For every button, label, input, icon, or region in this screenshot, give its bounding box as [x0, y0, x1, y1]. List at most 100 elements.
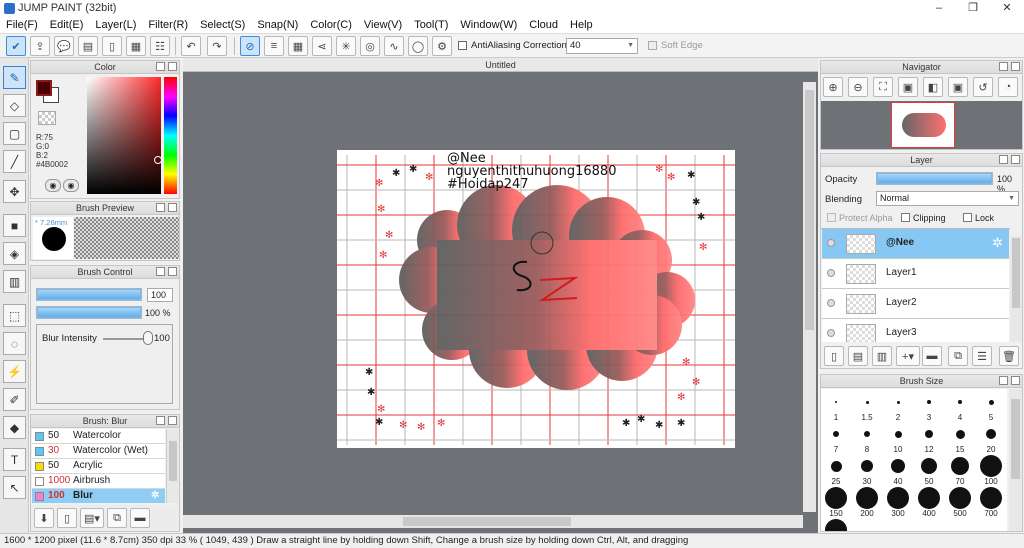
circle-icon[interactable]: ◯: [408, 36, 428, 56]
protect-alpha-toggle[interactable]: Protect Alpha: [827, 213, 893, 223]
vanishing-point-icon[interactable]: ⋖: [312, 36, 332, 56]
visibility-icon[interactable]: [827, 299, 835, 307]
panel-detach-icon[interactable]: [999, 376, 1008, 385]
brush-item-blur[interactable]: 100 Blur ✲: [32, 489, 165, 503]
menu-window[interactable]: Window(W): [454, 17, 523, 34]
gear-icon[interactable]: ✲: [151, 489, 159, 503]
operation-tool-icon[interactable]: ↖: [3, 476, 26, 499]
brush-size-option[interactable]: 150: [821, 487, 851, 519]
select-eraser-tool-icon[interactable]: ◆: [3, 416, 26, 439]
concentric-icon[interactable]: ◎: [360, 36, 380, 56]
brush-item-airbrush[interactable]: 1000 Airbrush: [32, 474, 165, 489]
new-halftone-layer-icon[interactable]: ▥: [872, 346, 892, 366]
lock-toggle[interactable]: Lock: [963, 213, 994, 223]
rect-select-tool-icon[interactable]: ⬚: [3, 304, 26, 327]
panel-close-icon[interactable]: [1011, 62, 1020, 71]
correction-select[interactable]: 40 ▼: [566, 38, 638, 54]
saturation-value-picker[interactable]: [87, 77, 161, 194]
brush-size-option[interactable]: 20: [976, 423, 1006, 455]
gear-icon[interactable]: ✲: [992, 235, 1003, 251]
layer-item-layer2[interactable]: Layer2: [822, 289, 1009, 319]
menu-help[interactable]: Help: [564, 17, 599, 34]
rotate-left-icon[interactable]: ↺: [973, 77, 993, 97]
actual-size-icon[interactable]: ▣: [898, 77, 918, 97]
undo-icon[interactable]: ↶: [181, 36, 201, 56]
document-icon[interactable]: ▦: [126, 36, 146, 56]
brush-size-option[interactable]: 50: [914, 455, 944, 487]
blending-select[interactable]: Normal ▼: [876, 191, 1019, 206]
panel-detach-icon[interactable]: [156, 416, 165, 425]
brush-folder-icon[interactable]: ▬: [130, 508, 150, 528]
brush-size-option[interactable]: 200: [852, 487, 882, 519]
brush-size-option[interactable]: 400: [914, 487, 944, 519]
hue-slider[interactable]: [164, 77, 177, 194]
gradient-tool-icon[interactable]: ▥: [3, 270, 26, 293]
brush-size-option[interactable]: 1: [821, 391, 851, 423]
palette-icon[interactable]: ◉: [45, 179, 61, 192]
new-raster-layer-icon[interactable]: ▤: [848, 346, 868, 366]
fit-window-icon[interactable]: ⛶: [873, 77, 893, 97]
scrollbar-thumb[interactable]: [1012, 238, 1020, 308]
lasso-tool-icon[interactable]: ◌: [3, 332, 26, 355]
brush-size-option[interactable]: 5: [976, 391, 1006, 423]
move-tool-icon[interactable]: ✥: [3, 180, 26, 203]
panel-close-icon[interactable]: [168, 62, 177, 71]
shape-tool-icon[interactable]: ▢: [3, 122, 26, 145]
foreground-color-swatch[interactable]: [36, 80, 52, 96]
message-icon[interactable]: ▤: [78, 36, 98, 56]
menu-snap[interactable]: Snap(N): [251, 17, 304, 34]
comment-icon[interactable]: 💬: [54, 36, 74, 56]
navigator-thumbnail[interactable]: [891, 102, 955, 148]
fill-rect-tool-icon[interactable]: ■: [3, 214, 26, 237]
clipping-checkbox[interactable]: [901, 213, 910, 222]
parallel-lines-icon[interactable]: ≡: [264, 36, 284, 56]
brush-size-option[interactable]: 40: [883, 455, 913, 487]
brush-download-icon[interactable]: ⬇: [34, 508, 54, 528]
brush-duplicate-icon[interactable]: ⧉: [107, 508, 127, 528]
magic-wand-tool-icon[interactable]: ⚡: [3, 360, 26, 383]
brush-size-option[interactable]: 8: [852, 423, 882, 455]
horizontal-scrollbar-thumb[interactable]: [403, 517, 571, 526]
soft-edge-checkbox[interactable]: [648, 41, 657, 50]
cloud-sync-icon[interactable]: ✔: [6, 36, 26, 56]
panel-detach-icon[interactable]: [156, 203, 165, 212]
brush-opacity-slider[interactable]: [36, 306, 142, 319]
new-layer-icon[interactable]: ▯: [824, 346, 844, 366]
brush-size-option[interactable]: 70: [945, 455, 975, 487]
vertical-scrollbar[interactable]: [803, 82, 816, 512]
color-picker-cursor[interactable]: [154, 156, 162, 164]
rotate-reset-icon[interactable]: ◔: [998, 77, 1018, 97]
visibility-icon[interactable]: [827, 329, 835, 337]
color-set-icon[interactable]: ◉: [63, 179, 79, 192]
antialiasing-checkbox[interactable]: [458, 41, 467, 50]
horizontal-scrollbar[interactable]: [183, 515, 803, 528]
new-brush-icon[interactable]: ▯: [57, 508, 77, 528]
navigator-view[interactable]: [821, 101, 1022, 149]
scrollbar-thumb[interactable]: [169, 441, 177, 481]
brush-size-option[interactable]: 500: [945, 487, 975, 519]
settings-list-icon[interactable]: ☷: [150, 36, 170, 56]
brush-size-option[interactable]: 30: [852, 455, 882, 487]
brush-item-watercolor-wet[interactable]: 30 Watercolor (Wet): [32, 444, 165, 459]
brush-size-option[interactable]: 2: [883, 391, 913, 423]
snap-off-icon[interactable]: ⊘: [240, 36, 260, 56]
zoom-in-icon[interactable]: ⊕: [823, 77, 843, 97]
layer-item-nee[interactable]: @Nee ✲: [822, 229, 1009, 259]
delete-layer-icon[interactable]: 🗑: [999, 346, 1019, 366]
protect-alpha-checkbox[interactable]: [827, 213, 836, 222]
zoom-out-icon[interactable]: ⊖: [848, 77, 868, 97]
brush-size-option[interactable]: 10: [883, 423, 913, 455]
transparent-color-swatch[interactable]: [38, 111, 56, 125]
add-layer-menu-icon[interactable]: +▾: [896, 346, 920, 366]
fit-print-icon[interactable]: ▣: [948, 77, 968, 97]
line-tool-icon[interactable]: ╱: [3, 150, 26, 173]
brush-size-option[interactable]: 12: [914, 423, 944, 455]
menu-file[interactable]: File(F): [0, 17, 44, 34]
restore-button[interactable]: ❐: [956, 0, 990, 17]
blur-intensity-knob[interactable]: [143, 331, 153, 345]
brush-tool-icon[interactable]: ✎: [3, 66, 26, 89]
menu-filter[interactable]: Filter(R): [142, 17, 194, 34]
brush-list-scrollbar[interactable]: [166, 429, 179, 503]
document-tab[interactable]: Untitled: [183, 58, 818, 72]
select-pen-tool-icon[interactable]: ✐: [3, 388, 26, 411]
